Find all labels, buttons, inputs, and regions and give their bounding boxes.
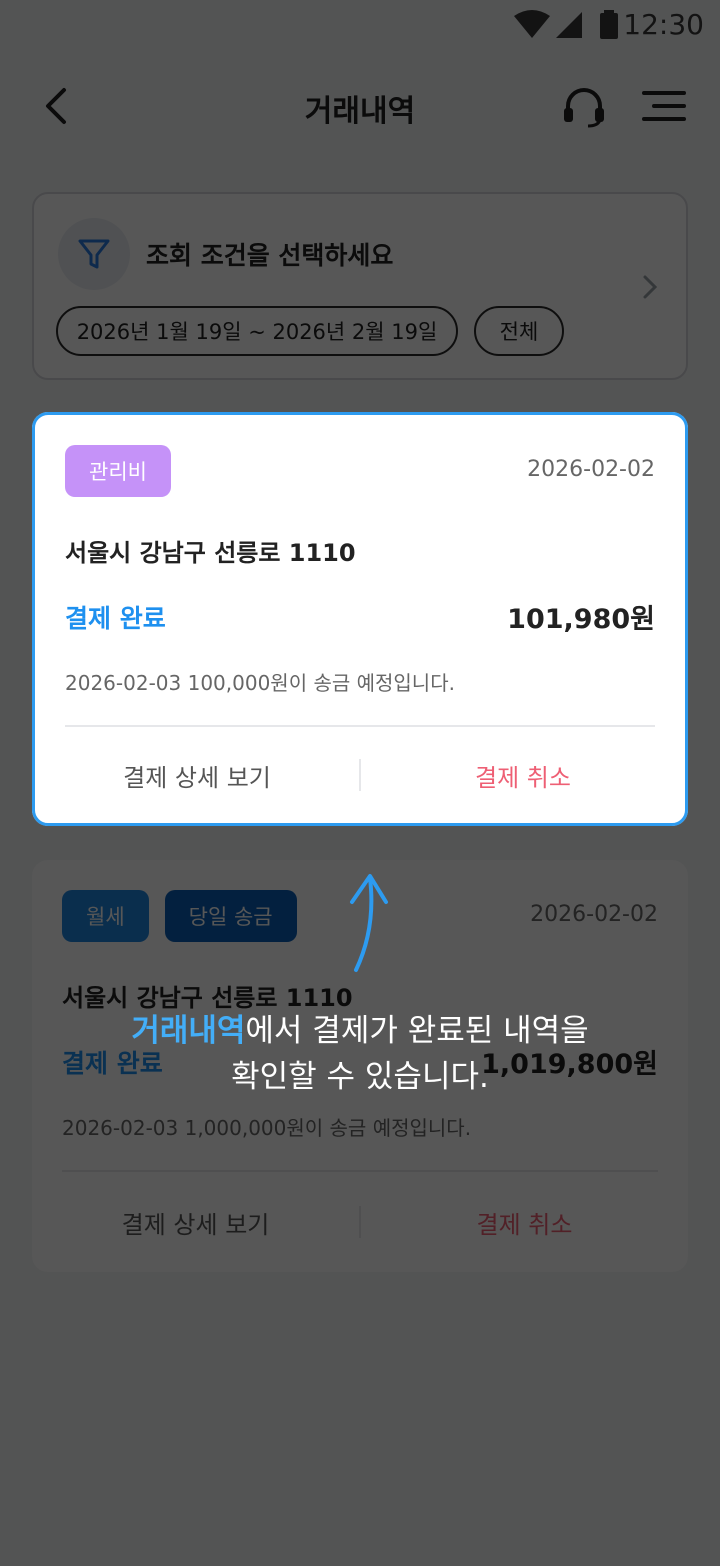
transaction-date: 2026-02-02 [527,457,655,482]
transaction-address: 서울시 강남구 선릉로 1110 [65,539,356,567]
badge-group: 관리비 [65,445,171,497]
chevron-right-icon [643,275,658,299]
coachmark-text: 거래내역에서 결제가 완료된 내역을 확인할 수 있습니다. [60,1008,660,1100]
coachmark-line-1-rest: 에서 결제가 완료된 내역을 [245,1013,589,1049]
guide-arrow-icon [350,874,388,972]
signal-icon [556,12,582,38]
badge-monthly-rent: 월세 [62,890,149,942]
badge-group: 월세 당일 송금 [62,890,297,942]
status-bar: 12:30 [0,0,720,50]
payment-amount: 101,980원 [507,604,655,635]
badge-maintenance-fee: 관리비 [65,445,171,497]
funnel-icon [58,218,130,290]
payment-cancel-button[interactable]: 결제 취소 [361,758,685,793]
transaction-date: 2026-02-02 [530,902,658,927]
payment-detail-button[interactable]: 결제 상세 보기 [35,758,359,793]
battery-icon [600,10,618,39]
transfer-note: 2026-02-03 100,000원이 송금 예정입니다. [65,671,455,695]
app-header: 거래내역 [0,60,720,150]
coachmark-highlight: 거래내역 [131,1013,246,1049]
card-actions: 결제 상세 보기 결제 취소 [35,727,685,823]
page-title: 거래내역 [304,94,416,129]
payment-status: 결제 완료 [65,604,166,633]
card-actions: 결제 상세 보기 결제 취소 [32,1172,688,1272]
type-chip[interactable]: 전체 [474,306,564,356]
menu-icon[interactable] [640,88,688,124]
filter-title: 조회 조건을 선택하세요 [146,241,394,270]
coachmark-line-1: 거래내역에서 결제가 완료된 내역을 [60,1008,660,1054]
transfer-note: 2026-02-03 1,000,000원이 송금 예정입니다. [62,1116,472,1140]
status-time: 12:30 [623,8,704,41]
coachmark-line-2: 확인할 수 있습니다. [231,1059,489,1095]
headset-icon[interactable] [560,84,608,128]
wifi-icon [514,10,550,38]
payment-cancel-button[interactable]: 결제 취소 [361,1205,688,1240]
filter-card[interactable]: 조회 조건을 선택하세요 2026년 1월 19일 ~ 2026년 2월 19일… [32,192,688,380]
badge-same-day-transfer: 당일 송금 [164,890,297,942]
transaction-card-highlighted[interactable]: 관리비 2026-02-02 서울시 강남구 선릉로 1110 결제 완료 10… [32,412,688,826]
period-chip[interactable]: 2026년 1월 19일 ~ 2026년 2월 19일 [56,306,458,356]
payment-detail-button[interactable]: 결제 상세 보기 [32,1205,359,1240]
